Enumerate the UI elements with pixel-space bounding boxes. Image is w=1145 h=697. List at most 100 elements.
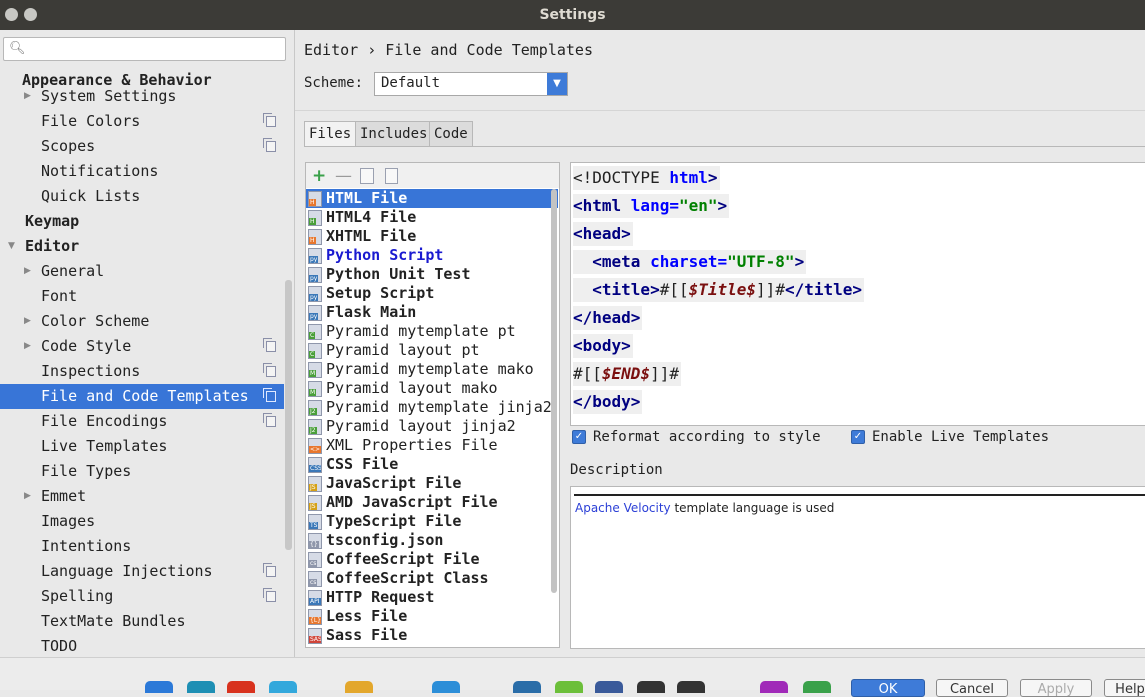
sidebar-item-file-colors[interactable]: File Colors xyxy=(0,109,284,134)
sidebar-item-file-types[interactable]: File Types xyxy=(0,459,284,484)
search-input[interactable]: 🔍︎ xyxy=(3,37,286,61)
expand-right-icon[interactable]: ▶ xyxy=(24,334,31,359)
dock-app-icon[interactable] xyxy=(677,681,705,693)
template-item-pyramid-mytemplate-jinja2[interactable]: J2 Pyramid mytemplate jinja2 xyxy=(306,398,558,417)
sidebar-item-system-settings[interactable]: ▶ System Settings xyxy=(0,84,284,109)
template-item-less-file[interactable]: {L} Less File xyxy=(306,607,558,626)
velocity-link[interactable]: Apache Velocity xyxy=(575,501,671,515)
template-item-javascript-file[interactable]: JS JavaScript File xyxy=(306,474,558,493)
template-item-http-request[interactable]: API HTTP Request xyxy=(306,588,558,607)
sidebar-item-scopes[interactable]: Scopes xyxy=(0,134,284,159)
expand-right-icon[interactable]: ▶ xyxy=(24,484,31,509)
template-item-pyramid-layout-pt[interactable]: C Pyramid layout pt xyxy=(306,341,558,360)
sidebar-item-spelling[interactable]: Spelling xyxy=(0,584,284,609)
template-item-label: Python Unit Test xyxy=(326,265,471,283)
expand-right-icon[interactable]: ▶ xyxy=(24,259,31,284)
dock-app-icon[interactable] xyxy=(145,681,173,693)
sidebar-item-color-scheme[interactable]: ▶ Color Scheme xyxy=(0,309,284,334)
dock-app-icon[interactable] xyxy=(432,681,460,693)
template-item-css-file[interactable]: CSS CSS File xyxy=(306,455,558,474)
file-type-icon: SASS xyxy=(308,628,322,644)
template-item-typescript-file[interactable]: TS TypeScript File xyxy=(306,512,558,531)
expand-right-icon[interactable]: ▶ xyxy=(24,309,31,334)
sidebar-item-label: File Colors xyxy=(41,112,141,130)
dock-app-icon[interactable] xyxy=(187,681,215,693)
code-token: > xyxy=(717,196,728,215)
dock-app-icon[interactable] xyxy=(269,681,297,693)
dock-app-icon[interactable] xyxy=(595,681,623,693)
tab-code[interactable]: Code xyxy=(429,121,473,147)
template-item-xml-properties-file[interactable]: <> XML Properties File xyxy=(306,436,558,455)
chevron-down-icon[interactable]: ▼ xyxy=(547,73,567,95)
expand-right-icon[interactable]: ▶ xyxy=(24,84,31,109)
sidebar-item-keymap[interactable]: Keymap xyxy=(0,209,284,234)
sidebar-item-todo[interactable]: TODO xyxy=(0,634,284,657)
template-item-pyramid-mytemplate-mako[interactable]: M Pyramid mytemplate mako xyxy=(306,360,558,379)
template-item-html-file[interactable]: H HTML File xyxy=(306,189,558,208)
template-item-label: Pyramid mytemplate pt xyxy=(326,322,516,340)
file-type-icon: H xyxy=(308,229,322,245)
main-panel: Editor › File and Code Templates Scheme:… xyxy=(295,30,1145,657)
remove-icon[interactable]: — xyxy=(335,166,352,186)
scheme-select[interactable]: Default ▼ xyxy=(374,72,568,96)
template-item-html4-file[interactable]: H HTML4 File xyxy=(306,208,558,227)
apply-button[interactable]: Apply xyxy=(1020,679,1092,697)
add-icon[interactable]: + xyxy=(312,166,326,186)
sidebar-item-notifications[interactable]: Notifications xyxy=(0,159,284,184)
template-item-amd-javascript-file[interactable]: JS AMD JavaScript File xyxy=(306,493,558,512)
dock-app-icon[interactable] xyxy=(227,681,255,693)
sidebar-item-quick-lists[interactable]: Quick Lists xyxy=(0,184,284,209)
dock-app-icon[interactable] xyxy=(760,681,788,693)
sidebar-item-label: Color Scheme xyxy=(41,312,150,330)
sidebar-item-textmate-bundles[interactable]: TextMate Bundles xyxy=(0,609,284,634)
sidebar-item-label: Intentions xyxy=(41,537,132,555)
sidebar-item-inspections[interactable]: Inspections xyxy=(0,359,284,384)
sidebar-item-file-and-code-templates[interactable]: File and Code Templates xyxy=(0,384,284,409)
sidebar-item-label: Quick Lists xyxy=(41,187,141,205)
sidebar-item-file-encodings[interactable]: File Encodings xyxy=(0,409,284,434)
ok-button[interactable]: OK xyxy=(851,679,925,697)
file-type-icon: J2 xyxy=(308,400,322,416)
template-item-pyramid-layout-jinja2[interactable]: J2 Pyramid layout jinja2 xyxy=(306,417,558,436)
sidebar-item-live-templates[interactable]: Live Templates xyxy=(0,434,284,459)
reformat-checkbox[interactable]: ✓ xyxy=(572,430,586,444)
template-item-pyramid-mytemplate-pt[interactable]: C Pyramid mytemplate pt xyxy=(306,322,558,341)
reset-icon[interactable] xyxy=(385,168,398,184)
sidebar-item-general[interactable]: ▶ General xyxy=(0,259,284,284)
copy-icon[interactable] xyxy=(360,168,374,184)
template-item-label: HTML File xyxy=(326,189,408,207)
live-templates-checkbox[interactable]: ✓ xyxy=(851,430,865,444)
expand-down-icon[interactable]: ▼ xyxy=(8,234,15,259)
dock-app-icon[interactable] xyxy=(345,681,373,693)
dock-app-icon[interactable] xyxy=(555,681,583,693)
dock-app-icon[interactable] xyxy=(637,681,665,693)
tab-files[interactable]: Files xyxy=(304,121,357,147)
dock-app-icon[interactable] xyxy=(513,681,541,693)
template-item-python-script[interactable]: py Python Script xyxy=(306,246,558,265)
template-item-flask-main[interactable]: py Flask Main xyxy=(306,303,558,322)
template-item-pyramid-layout-mako[interactable]: M Pyramid layout mako xyxy=(306,379,558,398)
template-item-coffeescript-class[interactable]: cs CoffeeScript Class xyxy=(306,569,558,588)
cancel-button[interactable]: Cancel xyxy=(936,679,1008,697)
list-scrollbar[interactable] xyxy=(551,189,557,593)
dock-app-icon[interactable] xyxy=(803,681,831,693)
template-item-python-unit-test[interactable]: py Python Unit Test xyxy=(306,265,558,284)
template-item-sass-file[interactable]: SASS Sass File xyxy=(306,626,558,645)
sidebar-item-language-injections[interactable]: Language Injections xyxy=(0,559,284,584)
help-button[interactable]: Help xyxy=(1104,679,1145,697)
file-type-badge: py xyxy=(309,313,319,320)
sidebar-item-images[interactable]: Images xyxy=(0,509,284,534)
sidebar-item-editor[interactable]: ▼ Editor xyxy=(0,234,284,259)
template-item-tsconfig-json[interactable]: {} tsconfig.json xyxy=(306,531,558,550)
tab-includes[interactable]: Includes xyxy=(355,121,433,147)
sidebar-item-font[interactable]: Font xyxy=(0,284,284,309)
template-item-setup-script[interactable]: py Setup Script xyxy=(306,284,558,303)
sidebar-item-code-style[interactable]: ▶ Code Style xyxy=(0,334,284,359)
template-item-coffeescript-file[interactable]: cs CoffeeScript File xyxy=(306,550,558,569)
sidebar-item-intentions[interactable]: Intentions xyxy=(0,534,284,559)
template-editor[interactable]: <!DOCTYPE html> <html lang="en"> <head> <m… xyxy=(570,162,1145,426)
sidebar-scrollbar[interactable] xyxy=(285,280,292,550)
sidebar-item-emmet[interactable]: ▶ Emmet xyxy=(0,484,284,509)
template-item-xhtml-file[interactable]: H XHTML File xyxy=(306,227,558,246)
